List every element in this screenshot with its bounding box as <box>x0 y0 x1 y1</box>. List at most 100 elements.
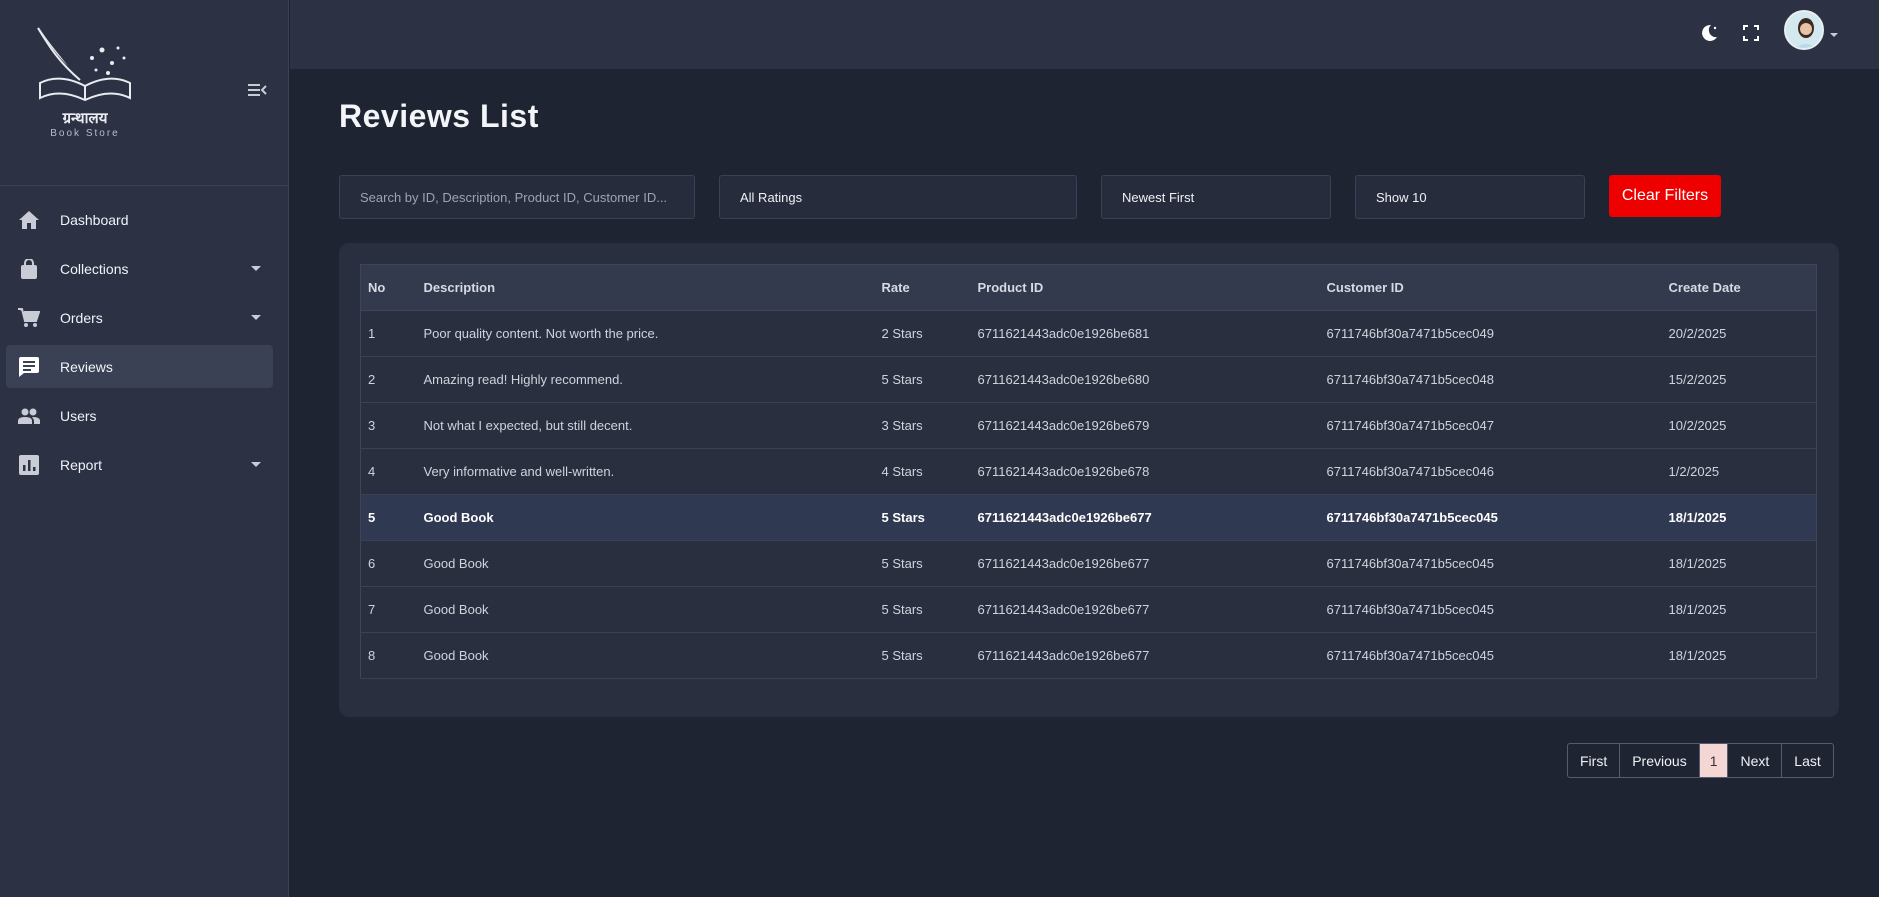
top-bar <box>290 0 1879 69</box>
brand-subtitle: Book Store <box>50 128 120 139</box>
page-size-select[interactable]: Show 10 <box>1355 175 1585 219</box>
cell-product-id: 6711621443adc0e1926be677 <box>970 586 1320 633</box>
sidebar-item-collections[interactable]: Collections <box>6 247 273 290</box>
table-row[interactable]: 6 Good Book 5 Stars 6711621443adc0e1926be67… <box>360 540 1817 587</box>
fullscreen-icon[interactable] <box>1740 22 1762 44</box>
table-row[interactable]: 1 Poor quality content. Not worth the pri… <box>360 310 1817 357</box>
sidebar-item-label: Reviews <box>60 358 113 375</box>
sidebar-item-orders[interactable]: Orders <box>6 296 273 339</box>
cell-product-id: 6711621443adc0e1926be681 <box>970 310 1320 357</box>
cell-rate: 4 Stars <box>874 448 971 495</box>
search-input[interactable] <box>360 176 694 218</box>
cell-create-date: 15/2/2025 <box>1661 356 1817 403</box>
sidebar-item-report[interactable]: Report <box>6 443 273 486</box>
cell-rate: 3 Stars <box>874 402 971 449</box>
sort-select[interactable]: Newest First <box>1101 175 1331 219</box>
cell-customer-id: 6711746bf30a7471b5cec046 <box>1319 448 1662 495</box>
chevron-down-icon <box>251 462 261 467</box>
cell-customer-id: 6711746bf30a7471b5cec048 <box>1319 356 1662 403</box>
reviews-table-card: No Description Rate Product ID Customer … <box>339 243 1839 717</box>
sidebar-nav: Dashboard Collections Orders Reviews Use… <box>6 198 273 492</box>
sidebar-item-label: Report <box>60 456 103 473</box>
cell-product-id: 6711621443adc0e1926be677 <box>970 540 1320 587</box>
theme-moon-icon[interactable] <box>1698 22 1720 44</box>
pagination-next-button[interactable]: Next <box>1728 744 1783 777</box>
pagination: First Previous 1 Next Last <box>1567 743 1834 778</box>
column-header-rate[interactable]: Rate <box>874 264 971 311</box>
cell-create-date: 18/1/2025 <box>1661 586 1817 633</box>
sort-select-value: Newest First <box>1122 189 1195 205</box>
cell-description: Not what I expected, but still decent. <box>416 402 875 449</box>
cell-product-id: 6711621443adc0e1926be679 <box>970 402 1320 449</box>
collapse-menu-icon[interactable] <box>248 82 270 102</box>
cell-description: Very informative and well-written. <box>416 448 875 495</box>
chevron-down-icon[interactable] <box>1830 33 1838 37</box>
cell-rate: 5 Stars <box>874 494 971 541</box>
cell-create-date: 1/2/2025 <box>1661 448 1817 495</box>
cell-description: Poor quality content. Not worth the pric… <box>416 310 875 357</box>
cell-customer-id: 6711746bf30a7471b5cec045 <box>1319 494 1662 541</box>
table-row[interactable]: 3 Not what I expected, but still decent. 3… <box>360 402 1817 449</box>
table-row[interactable]: 4 Very informative and well-written. 4 Sta… <box>360 448 1817 495</box>
cell-create-date: 20/2/2025 <box>1661 310 1817 357</box>
cell-rate: 5 Stars <box>874 356 971 403</box>
comment-icon <box>18 356 40 378</box>
sidebar-item-users[interactable]: Users <box>6 394 273 437</box>
table-row[interactable]: 8 Good Book 5 Stars 6711621443adc0e1926be67… <box>360 632 1817 679</box>
column-header-description[interactable]: Description <box>416 264 875 311</box>
cell-rate: 2 Stars <box>874 310 971 357</box>
cell-customer-id: 6711746bf30a7471b5cec045 <box>1319 540 1662 587</box>
clear-filters-button[interactable]: Clear Filters <box>1609 175 1721 217</box>
pagination-last-button[interactable]: Last <box>1782 744 1832 777</box>
table-row[interactable]: 7 Good Book 5 Stars 6711621443adc0e1926be67… <box>360 586 1817 633</box>
sidebar-item-label: Collections <box>60 260 129 277</box>
shopping-bag-icon <box>18 258 40 280</box>
pagination-first-button[interactable]: First <box>1568 744 1621 777</box>
cell-product-id: 6711621443adc0e1926be677 <box>970 494 1320 541</box>
cell-create-date: 18/1/2025 <box>1661 632 1817 679</box>
cell-no: 5 <box>360 494 417 541</box>
cell-create-date: 10/2/2025 <box>1661 402 1817 449</box>
cell-no: 7 <box>360 586 417 633</box>
sidebar-item-dashboard[interactable]: Dashboard <box>6 198 273 241</box>
cell-customer-id: 6711746bf30a7471b5cec045 <box>1319 586 1662 633</box>
cell-description: Good Book <box>416 494 875 541</box>
chevron-down-icon <box>251 315 261 320</box>
cell-no: 2 <box>360 356 417 403</box>
column-header-no[interactable]: No <box>360 264 417 311</box>
cell-no: 4 <box>360 448 417 495</box>
search-field[interactable] <box>339 175 695 219</box>
cell-no: 6 <box>360 540 417 587</box>
cell-no: 3 <box>360 402 417 449</box>
brand-name: ग्रन्थालय <box>62 109 108 127</box>
brand-logo[interactable]: ग्रन्थालय Book Store <box>30 18 140 142</box>
pagination-current-page[interactable]: 1 <box>1699 744 1729 777</box>
cell-rate: 5 Stars <box>874 540 971 587</box>
table-row[interactable]: 2 Amazing read! Highly recommend. 5 Stars 6… <box>360 356 1817 403</box>
sidebar-item-label: Orders <box>60 309 103 326</box>
table-row[interactable]: 5 Good Book 5 Stars 6711621443adc0e1926be67… <box>360 494 1817 541</box>
users-icon <box>18 405 40 427</box>
logo-area: ग्रन्थालय Book Store <box>0 0 289 186</box>
cell-product-id: 6711621443adc0e1926be678 <box>970 448 1320 495</box>
cell-rate: 5 Stars <box>874 586 971 633</box>
column-header-product-id[interactable]: Product ID <box>970 264 1320 311</box>
cart-icon <box>18 307 40 329</box>
column-header-customer-id[interactable]: Customer ID <box>1319 264 1662 311</box>
cell-description: Good Book <box>416 540 875 587</box>
sidebar: ग्रन्थालय Book Store Dashboard Collectio… <box>0 0 289 897</box>
cell-create-date: 18/1/2025 <box>1661 540 1817 587</box>
sidebar-item-reviews[interactable]: Reviews <box>6 345 273 388</box>
page-size-select-value: Show 10 <box>1376 189 1427 205</box>
cell-no: 8 <box>360 632 417 679</box>
reviews-table: No Description Rate Product ID Customer … <box>360 264 1817 679</box>
pagination-previous-button[interactable]: Previous <box>1620 744 1700 777</box>
page-title: Reviews List <box>339 98 539 134</box>
cell-create-date: 18/1/2025 <box>1661 494 1817 541</box>
column-header-create-date[interactable]: Create Date <box>1661 264 1817 311</box>
cell-product-id: 6711621443adc0e1926be677 <box>970 632 1320 679</box>
rating-select[interactable]: All Ratings <box>719 175 1077 219</box>
cell-rate: 5 Stars <box>874 632 971 679</box>
cell-product-id: 6711621443adc0e1926be680 <box>970 356 1320 403</box>
avatar[interactable] <box>1784 10 1824 50</box>
